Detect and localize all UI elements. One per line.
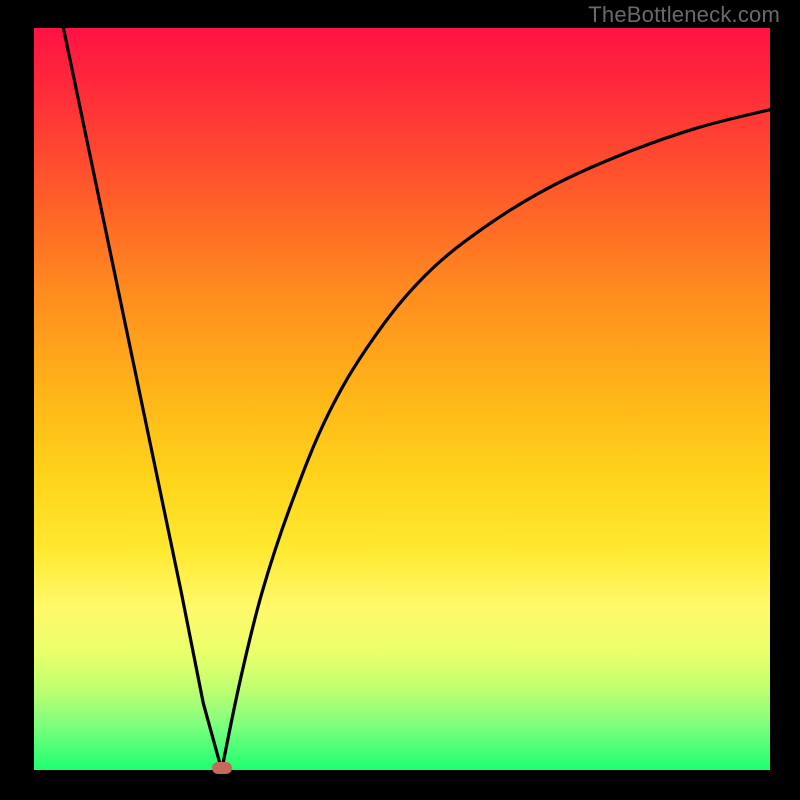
chart-frame: TheBottleneck.com: [0, 0, 800, 800]
minimum-marker: [212, 762, 232, 774]
watermark-text: TheBottleneck.com: [588, 2, 780, 28]
plot-area: [34, 28, 770, 770]
